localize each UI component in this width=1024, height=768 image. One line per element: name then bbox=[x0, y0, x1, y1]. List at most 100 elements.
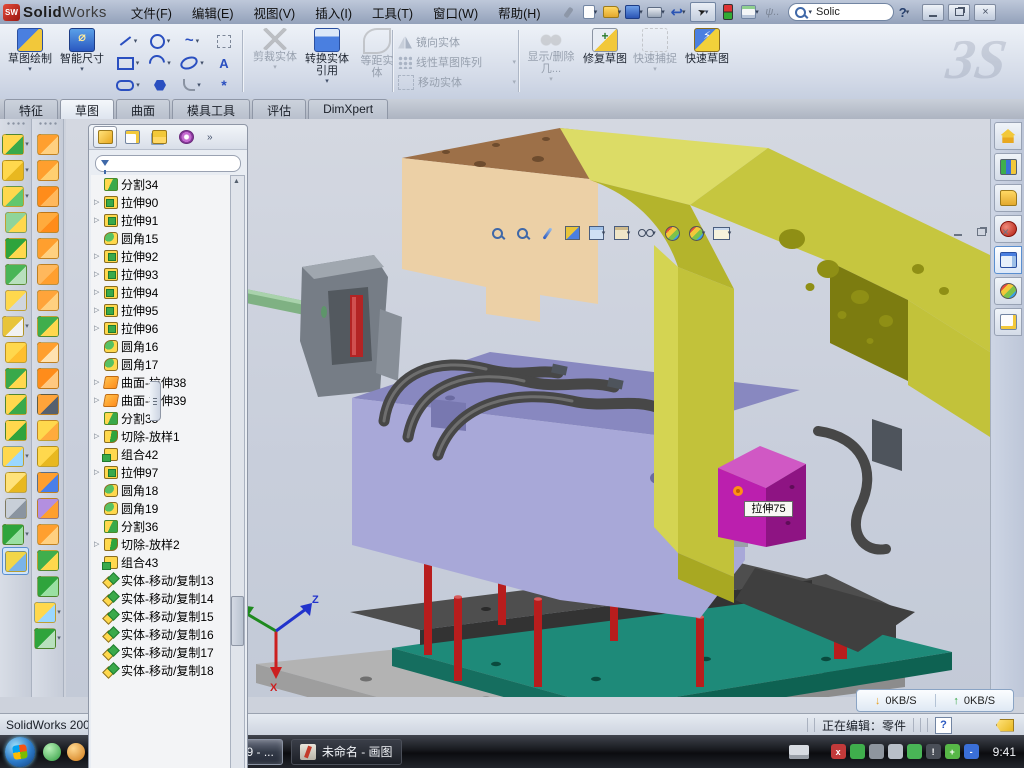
expand-arrow-icon[interactable]: ▷ bbox=[94, 288, 104, 296]
sketch-tool-rectangle[interactable]: ▾ bbox=[112, 52, 144, 74]
select-icon[interactable]: ➤▾ bbox=[690, 2, 716, 22]
tree-item[interactable]: ▷拉伸93 bbox=[91, 265, 232, 283]
sketch-tool-select-frame[interactable] bbox=[208, 30, 240, 52]
tree-item[interactable]: 圆角19 bbox=[91, 499, 232, 517]
section-view-button[interactable] bbox=[561, 223, 583, 243]
split-button[interactable] bbox=[0, 365, 31, 391]
tree-item[interactable]: ▷拉伸97 bbox=[91, 463, 232, 481]
tree-tab-propertymanager[interactable] bbox=[120, 126, 144, 148]
tray-warning-icon[interactable]: ! bbox=[926, 744, 941, 759]
rebuild-icon[interactable] bbox=[718, 3, 738, 21]
sketch-tool-line[interactable]: ▾ bbox=[112, 30, 144, 52]
tree-tabs-overflow-icon[interactable]: » bbox=[207, 132, 213, 143]
tag-icon[interactable] bbox=[996, 719, 1014, 732]
menu-视图(V)[interactable]: 视图(V) bbox=[244, 0, 306, 25]
tree-item[interactable]: ▷拉伸90 bbox=[91, 193, 232, 211]
tree-item[interactable]: ▷拉伸95 bbox=[91, 301, 232, 319]
doc-close-button[interactable]: × bbox=[996, 225, 1015, 239]
open-file-icon[interactable]: ▾ bbox=[602, 3, 622, 21]
tree-item[interactable]: ▷曲面-拉伸38 bbox=[91, 373, 232, 391]
tree-item[interactable]: ▷曲面-拉伸39 bbox=[91, 391, 232, 409]
expand-arrow-icon[interactable]: ▷ bbox=[94, 468, 104, 476]
tree-item[interactable]: ▷拉伸91 bbox=[91, 211, 232, 229]
tree-item[interactable]: 实体-移动/复制14 bbox=[91, 589, 232, 607]
menu-文件(F)[interactable]: 文件(F) bbox=[121, 0, 182, 25]
quicklaunch-launcher-icon[interactable] bbox=[67, 743, 85, 761]
menu-帮助(H)[interactable]: 帮助(H) bbox=[488, 0, 550, 25]
apply-scene-button[interactable]: ▾ bbox=[686, 223, 708, 243]
tray-security-alert-icon[interactable]: x bbox=[831, 744, 846, 759]
undo-icon[interactable]: ↩▾ bbox=[668, 3, 688, 21]
draft-button[interactable] bbox=[0, 261, 31, 287]
zoom-to-fit-button[interactable] bbox=[486, 223, 508, 243]
expand-arrow-icon[interactable]: ▷ bbox=[94, 216, 104, 224]
view-orientation-button[interactable]: ▾ bbox=[611, 223, 633, 243]
tree-item[interactable]: 实体-移动/复制13 bbox=[91, 571, 232, 589]
hide-show-items-button[interactable]: ▾ bbox=[636, 223, 658, 243]
taskpane-tab-appearances[interactable] bbox=[994, 277, 1022, 305]
tree-item[interactable]: ▷切除-放样1 bbox=[91, 427, 232, 445]
tree-item[interactable]: 分割34 bbox=[91, 175, 232, 193]
tree-tab-appearances[interactable] bbox=[174, 126, 198, 148]
minimize-button[interactable] bbox=[922, 4, 944, 21]
toolbar-drag-handle[interactable] bbox=[38, 121, 57, 127]
quick-tips-icon[interactable]: ? bbox=[935, 717, 952, 734]
sketch-tool-text[interactable]: A bbox=[208, 52, 240, 74]
tree-item[interactable]: ▷切除-放样2 bbox=[91, 535, 232, 553]
swept-surface-button[interactable] bbox=[32, 131, 63, 157]
curve-button[interactable]: ▾ bbox=[0, 521, 31, 547]
tree-item[interactable]: 分割36 bbox=[91, 517, 232, 535]
delete-face-button[interactable] bbox=[32, 391, 63, 417]
tree-item[interactable]: 分割35 bbox=[91, 409, 232, 427]
filled-surface-button[interactable] bbox=[32, 287, 63, 313]
sketch-tool-point[interactable]: * bbox=[208, 74, 240, 96]
save-icon[interactable]: ▾ bbox=[624, 3, 644, 21]
instant3d-button[interactable] bbox=[2, 547, 29, 575]
ribbon-button-repair-sketch[interactable]: +修复草图 bbox=[582, 28, 628, 65]
taskpane-tab-view-palette[interactable] bbox=[994, 246, 1022, 274]
menu-插入(I)[interactable]: 插入(I) bbox=[305, 0, 362, 25]
tree-filter-input[interactable] bbox=[95, 155, 241, 172]
curve-tool-button[interactable]: ▾ bbox=[32, 625, 63, 651]
tree-item[interactable]: ▷拉伸94 bbox=[91, 283, 232, 301]
taskpane-tab-file-explorer[interactable] bbox=[994, 184, 1022, 212]
trim-surface-button[interactable] bbox=[32, 521, 63, 547]
restore-button[interactable] bbox=[948, 4, 970, 21]
tab-评估[interactable]: 评估 bbox=[252, 99, 306, 119]
taskbar-window-paint[interactable]: 未命名 - 画图 bbox=[291, 739, 402, 765]
help-button[interactable]: ?▾ bbox=[894, 3, 914, 21]
tree-item[interactable]: 实体-移动/复制16 bbox=[91, 625, 232, 643]
tree-item[interactable]: 圆角18 bbox=[91, 481, 232, 499]
tab-草图[interactable]: 草图 bbox=[60, 99, 114, 120]
toolbar-drag-handle[interactable] bbox=[6, 121, 25, 127]
tree-item[interactable]: 实体-移动/复制17 bbox=[91, 643, 232, 661]
ribbon-button-mirror[interactable]: 镜向实体 bbox=[398, 32, 516, 52]
ribbon-button-rapid-sketch[interactable]: ⚡快速草图 bbox=[682, 28, 732, 65]
scroll-up-icon[interactable]: ▲ bbox=[231, 176, 242, 187]
edit-appearance-button[interactable] bbox=[661, 223, 683, 243]
tree-item[interactable]: 组合42 bbox=[91, 445, 232, 463]
taskpane-tab-design-library[interactable] bbox=[994, 153, 1022, 181]
tree-vertical-scrollbar[interactable]: ▲ ▼ bbox=[230, 175, 245, 768]
display-style-button[interactable]: ▾ bbox=[586, 223, 608, 243]
expand-arrow-icon[interactable]: ▷ bbox=[94, 432, 104, 440]
scroll-thumb[interactable] bbox=[231, 596, 244, 646]
thicken-button[interactable] bbox=[32, 339, 63, 365]
split-line-button[interactable] bbox=[32, 443, 63, 469]
reference-sparkle-button[interactable]: ▾ bbox=[32, 599, 63, 625]
clamp-part[interactable] bbox=[246, 255, 402, 397]
taskpane-tab-solidworks-resources[interactable] bbox=[994, 122, 1022, 150]
view-settings-button[interactable]: ▾ bbox=[711, 223, 733, 243]
zoom-to-area-button[interactable] bbox=[511, 223, 533, 243]
tray-volume-icon[interactable] bbox=[888, 744, 903, 759]
menu-窗口(W)[interactable]: 窗口(W) bbox=[423, 0, 488, 25]
menu-工具(T)[interactable]: 工具(T) bbox=[362, 0, 423, 25]
magnified-selection-button[interactable] bbox=[536, 223, 558, 243]
ribbon-button-linear-pattern[interactable]: 线性草图阵列▾ bbox=[398, 52, 516, 72]
tree-tab-featuremanager[interactable] bbox=[93, 126, 117, 148]
pin-icon[interactable] bbox=[558, 3, 578, 21]
move-face-button[interactable] bbox=[32, 469, 63, 495]
plane-button[interactable] bbox=[0, 469, 31, 495]
quicklaunch-messenger-icon[interactable] bbox=[43, 743, 61, 761]
expand-arrow-icon[interactable]: ▷ bbox=[94, 306, 104, 314]
